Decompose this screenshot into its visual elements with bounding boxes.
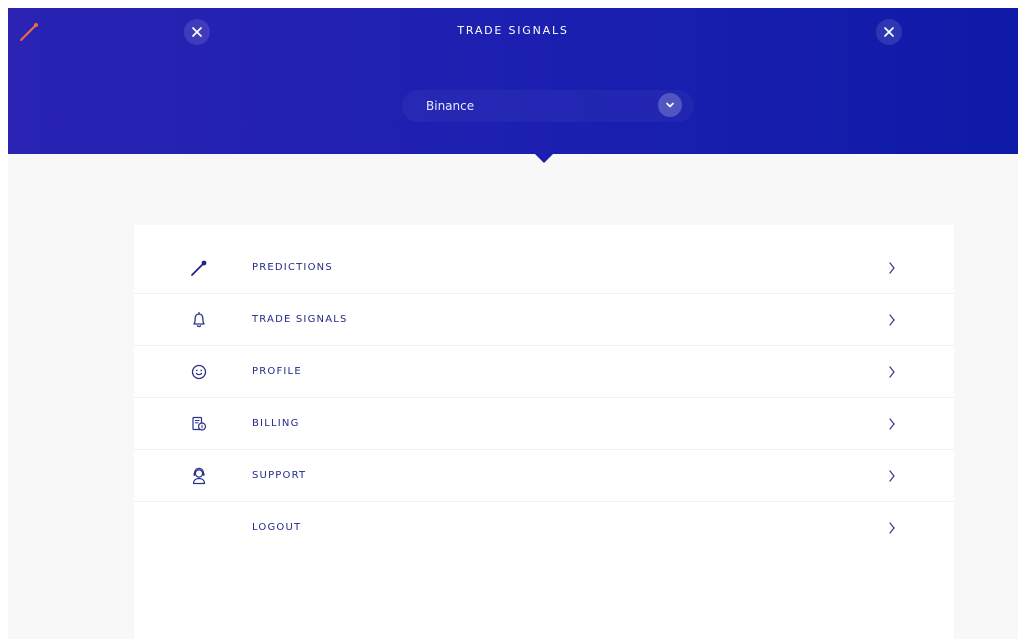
menu-item-trade-signals[interactable]: TRADE SIGNALS <box>134 294 954 346</box>
menu-item-label: LOGOUT <box>252 522 302 533</box>
header-bar: TRADE SIGNALS Binance <box>8 8 1018 154</box>
menu-item-support[interactable]: SUPPORT <box>134 450 954 502</box>
menu-item-label: BILLING <box>252 418 300 429</box>
bell-icon <box>193 311 205 328</box>
menu-item-logout[interactable]: LOGOUT <box>134 502 954 554</box>
close-icon <box>884 27 894 37</box>
menu-item-profile[interactable]: PROFILE <box>134 346 954 398</box>
chevron-right-icon <box>889 366 895 378</box>
support-agent-icon <box>192 467 206 485</box>
chevron-right-icon <box>889 262 895 274</box>
prediction-line-icon <box>191 260 207 276</box>
menu-item-label: PROFILE <box>252 366 302 377</box>
exchange-select[interactable]: Binance <box>402 90 694 122</box>
menu-item-label: SUPPORT <box>252 470 307 481</box>
menu-item-predictions[interactable]: PREDICTIONS <box>134 242 954 294</box>
menu-item-label: TRADE SIGNALS <box>252 314 348 325</box>
close-right-button[interactable] <box>876 19 902 45</box>
app-container: TRADE SIGNALS Binance PREDICTIONS TRADE … <box>8 8 1018 639</box>
billing-icon <box>192 416 207 431</box>
chevron-down-icon <box>658 93 682 117</box>
chevron-right-icon <box>889 314 895 326</box>
menu-card: PREDICTIONS TRADE SIGNALS PROFILE BILLIN… <box>134 225 954 639</box>
menu-item-label: PREDICTIONS <box>252 262 333 273</box>
menu-item-billing[interactable]: BILLING <box>134 398 954 450</box>
exchange-select-value: Binance <box>426 99 475 113</box>
chevron-right-icon <box>889 522 895 534</box>
header-pointer <box>535 154 553 163</box>
page-title: TRADE SIGNALS <box>457 24 569 37</box>
chevron-right-icon <box>889 470 895 482</box>
smiley-icon <box>191 364 207 380</box>
chevron-right-icon <box>889 418 895 430</box>
